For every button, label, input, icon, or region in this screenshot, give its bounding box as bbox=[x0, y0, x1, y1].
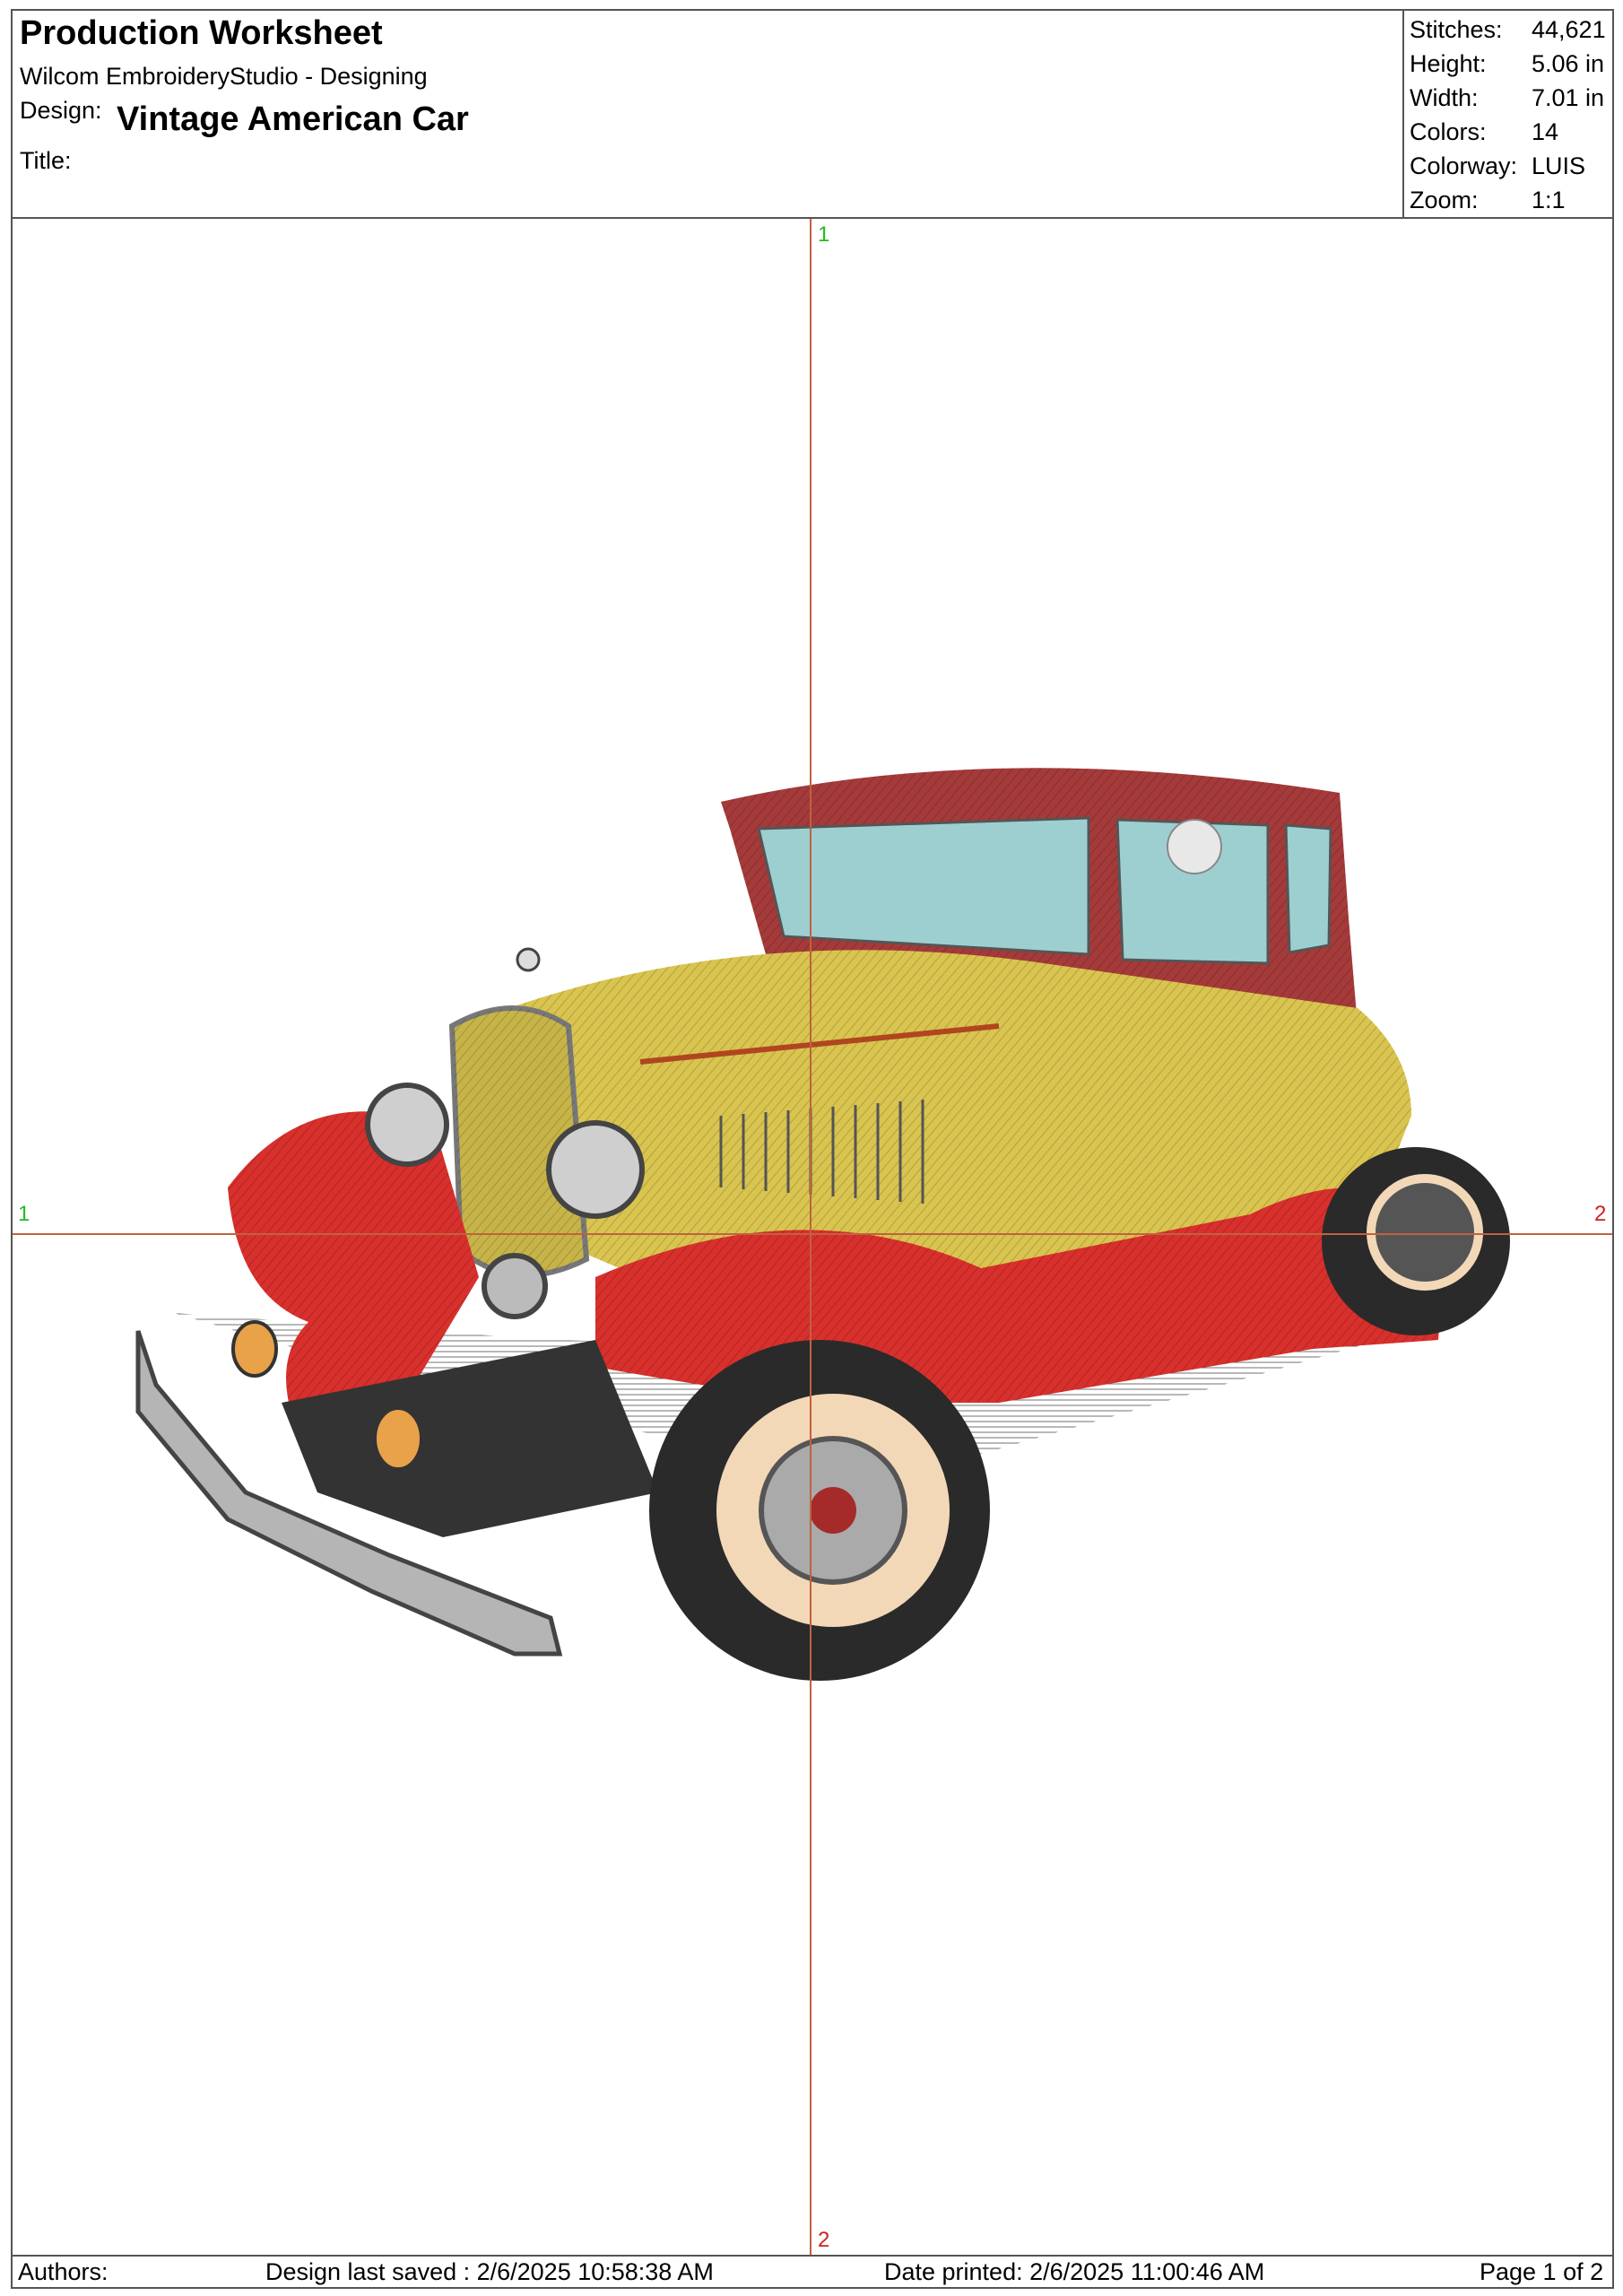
stat-row-colorway: Colorway: LUIS bbox=[1404, 149, 1614, 183]
guide-mark-top: 1 bbox=[818, 222, 830, 247]
guide-mark-bottom: 2 bbox=[818, 2228, 830, 2252]
design-canvas: 1 2 1 2 bbox=[13, 219, 1612, 2257]
design-label: Design: bbox=[20, 97, 102, 124]
headlight-right bbox=[546, 1120, 645, 1219]
horizontal-guide bbox=[13, 1233, 1612, 1235]
rear-wheel-hub bbox=[1367, 1174, 1483, 1291]
stat-row-height: Height: 5.06 in bbox=[1404, 47, 1614, 81]
cab-lamp bbox=[1167, 819, 1222, 874]
design-name: Vintage American Car bbox=[117, 100, 469, 138]
stat-label: Colorway: bbox=[1410, 152, 1518, 179]
vintage-car-embroidery bbox=[135, 768, 1510, 1681]
stat-label: Height: bbox=[1410, 49, 1487, 77]
stat-row-stitches: Stitches: 44,621 bbox=[1404, 13, 1614, 47]
guide-mark-left: 1 bbox=[18, 1202, 30, 1226]
headlight-left bbox=[365, 1083, 449, 1167]
bumper-light-left bbox=[231, 1320, 278, 1378]
stat-value: LUIS bbox=[1532, 152, 1586, 179]
worksheet-footer: Authors: Design last saved : 2/6/2025 10… bbox=[13, 2255, 1612, 2287]
bumper-light-right bbox=[373, 1406, 423, 1471]
worksheet-header: Production Worksheet Wilcom EmbroiderySt… bbox=[13, 11, 1612, 219]
hood-ornament bbox=[516, 947, 541, 972]
rear-window bbox=[1284, 823, 1332, 954]
stat-label: Width: bbox=[1410, 83, 1479, 111]
stat-label: Colors: bbox=[1410, 117, 1487, 145]
windshield bbox=[757, 816, 1090, 956]
guide-mark-right: 2 bbox=[1594, 1202, 1607, 1226]
page-number: Page 1 of 2 bbox=[1480, 2258, 1604, 2285]
stat-row-colors: Colors: 14 bbox=[1404, 115, 1614, 149]
stat-value: 44,621 bbox=[1532, 15, 1606, 43]
stat-value: 7.01 in bbox=[1532, 83, 1605, 111]
stat-value: 14 bbox=[1532, 117, 1559, 145]
stat-value: 1:1 bbox=[1532, 186, 1566, 213]
hub-cap bbox=[810, 1487, 856, 1534]
vertical-guide bbox=[810, 219, 812, 2257]
software-name: Wilcom EmbroideryStudio - Designing bbox=[20, 63, 428, 90]
stat-label: Stitches: bbox=[1410, 15, 1503, 43]
last-saved: Design last saved : 2/6/2025 10:58:38 AM bbox=[265, 2258, 714, 2285]
stat-label: Zoom: bbox=[1410, 186, 1479, 213]
stat-row-width: Width: 7.01 in bbox=[1404, 81, 1614, 115]
fog-lamp bbox=[482, 1253, 548, 1319]
worksheet-page: Production Worksheet Wilcom EmbroiderySt… bbox=[11, 9, 1614, 2289]
page-title: Production Worksheet bbox=[20, 14, 383, 52]
stat-row-zoom: Zoom: 1:1 bbox=[1404, 183, 1614, 217]
title-label: Title: bbox=[20, 147, 72, 174]
authors-label: Authors: bbox=[18, 2258, 108, 2285]
stat-value: 5.06 in bbox=[1532, 49, 1605, 77]
stats-panel: Stitches: 44,621 Height: 5.06 in Width: … bbox=[1402, 11, 1614, 217]
date-printed: Date printed: 2/6/2025 11:00:46 AM bbox=[884, 2258, 1265, 2285]
